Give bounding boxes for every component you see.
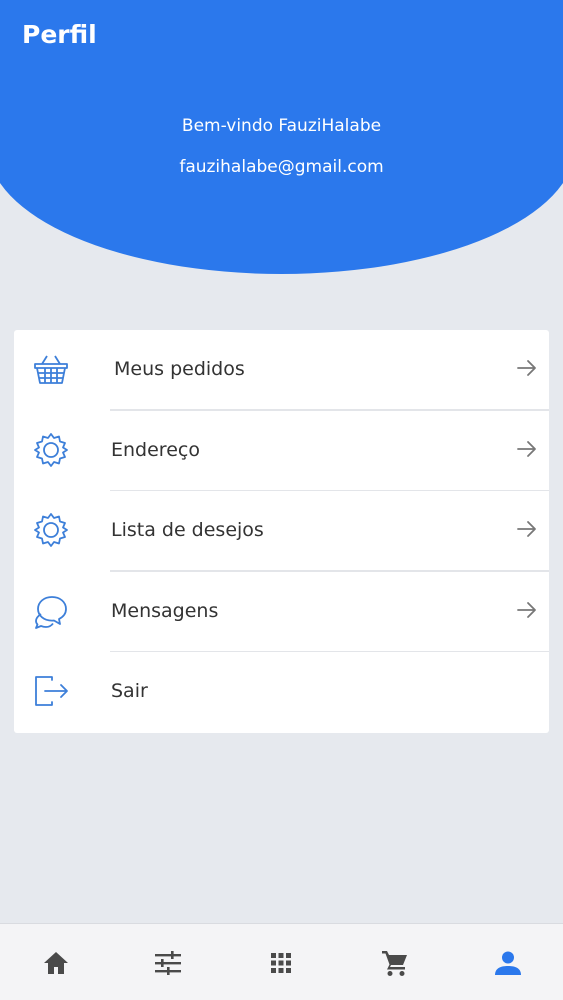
menu-item-label: Mensagens [111,599,219,622]
menu-item-label: Meus pedidos [114,358,245,380]
menu-item-label: Sair [111,680,148,703]
menu-item-messages[interactable]: Mensagens [14,572,549,653]
gear-icon [34,432,68,467]
basket-icon [34,355,68,384]
gear-icon [34,513,68,548]
arrow-right-icon [517,601,536,618]
chat-bubbles-icon [35,595,67,629]
menu-item-label: Endereço [111,438,200,461]
profile-menu: Meus pedidos Endereço Lista de desejos M… [14,330,549,733]
arrow-right-icon [517,440,536,457]
arrow-right-icon [517,360,536,376]
home-icon[interactable] [41,948,71,978]
menu-item-label: Lista de desejos [111,519,264,542]
menu-item-orders[interactable]: Meus pedidos [14,330,549,411]
menu-item-logout[interactable]: Sair [14,652,549,733]
profile-screen: Perfil Bem-vindo FauziHalabe fauzihalabe… [0,0,563,1000]
welcome-text: Bem-vindo FauziHalabe [181,116,382,136]
sliders-icon[interactable] [153,948,183,978]
page-title: Perfil [22,20,97,49]
menu-item-wishlist[interactable]: Lista de desejos [14,491,549,572]
cart-icon[interactable] [380,948,410,978]
arrow-right-icon [517,521,536,538]
grid-icon[interactable] [266,948,296,978]
user-email: fauzihalabe@gmail.com [179,157,384,177]
person-icon[interactable] [493,948,523,978]
logout-icon [35,676,68,707]
bottom-navigation [0,923,563,1000]
menu-item-address[interactable]: Endereço [14,411,549,492]
